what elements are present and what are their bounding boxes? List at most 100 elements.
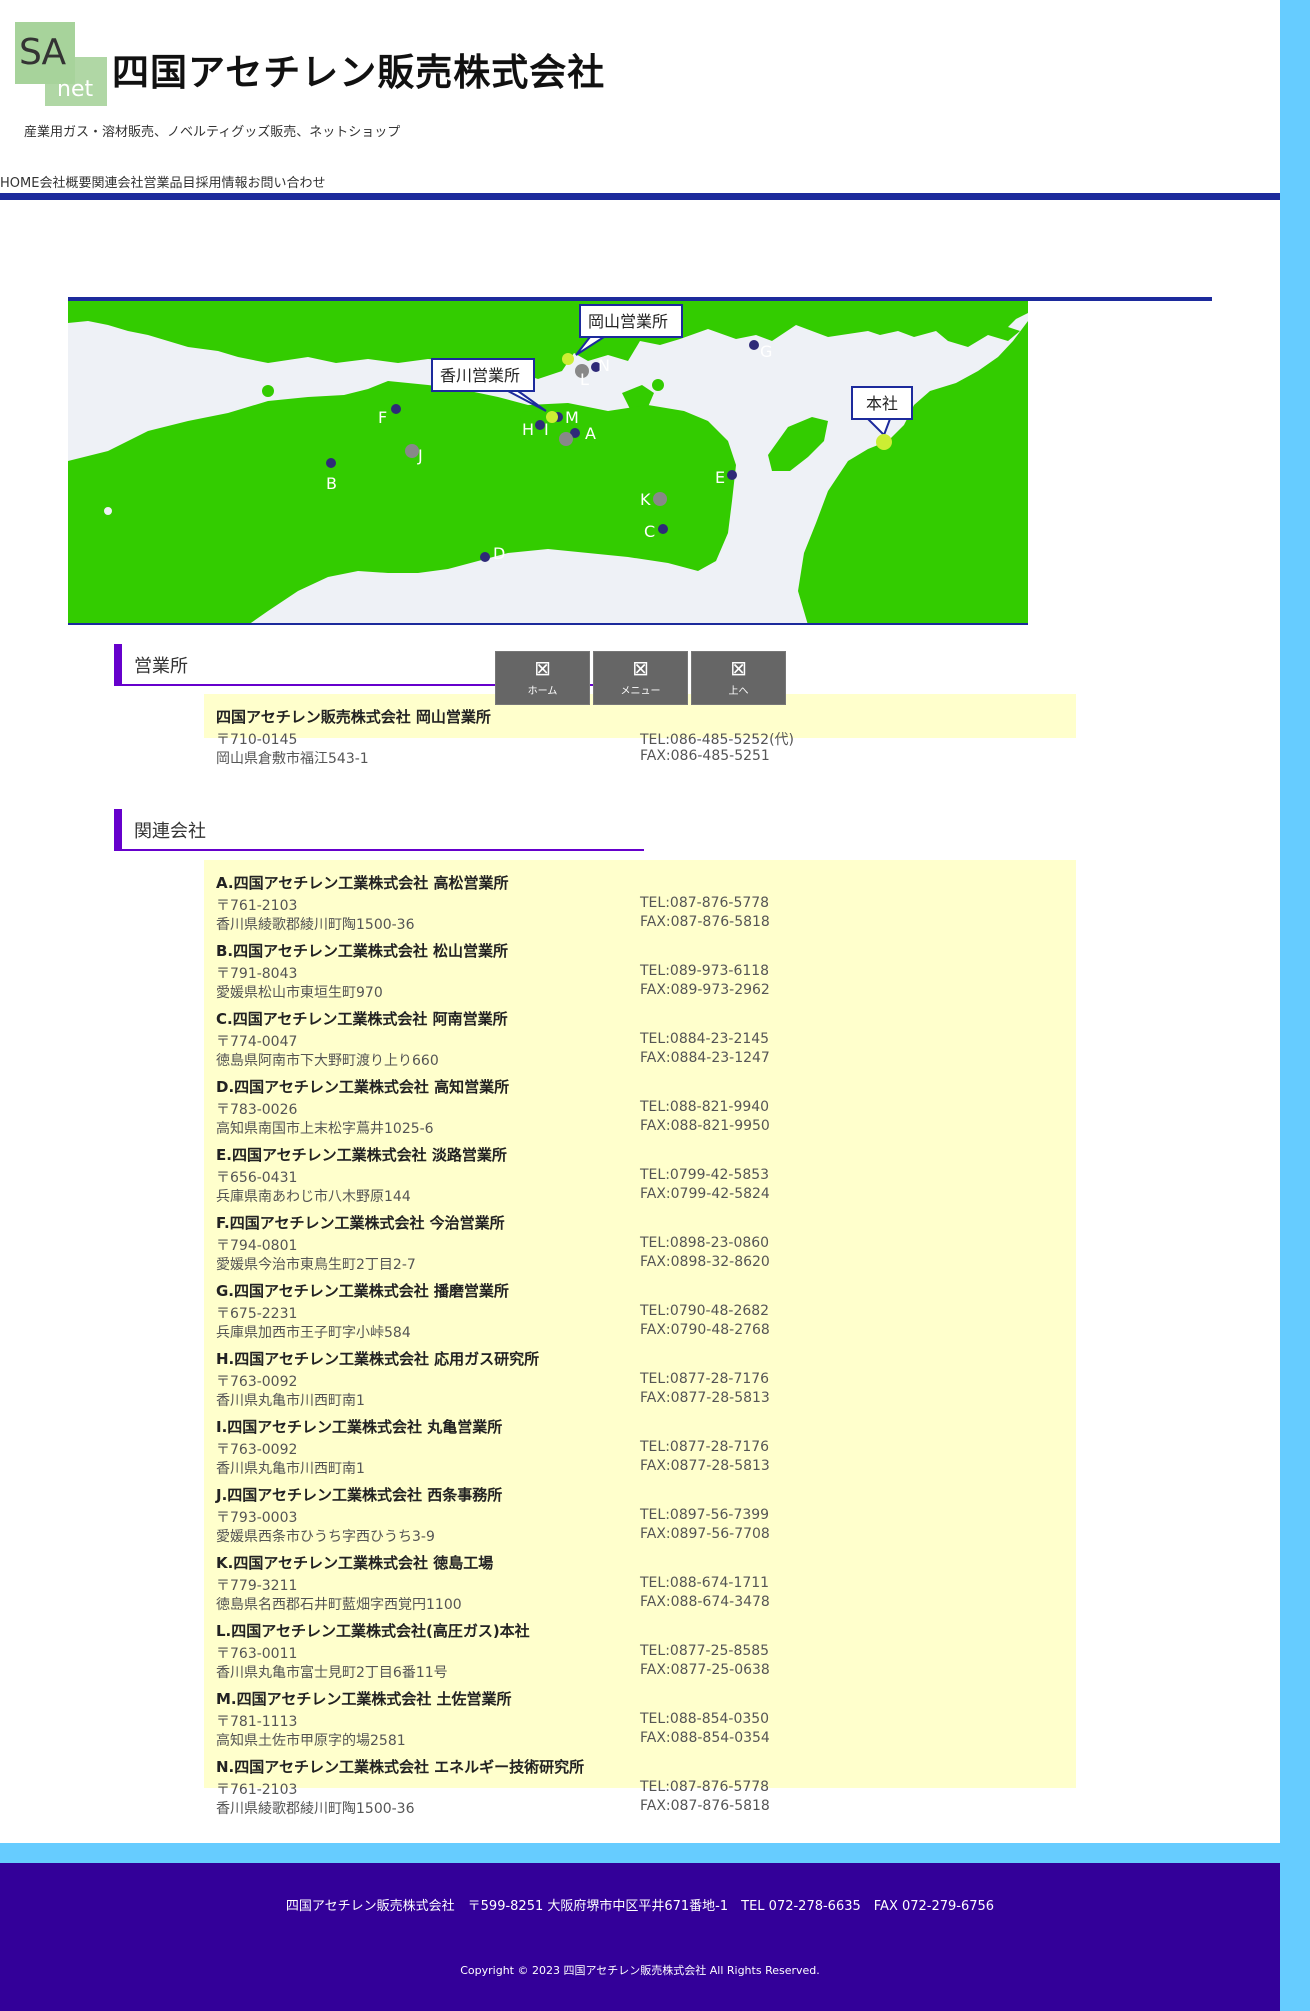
callout-honsha-text: 本社: [866, 394, 898, 413]
related-company-address: 愛媛県松山市東垣生町970: [216, 985, 383, 1001]
footer-top-band: [0, 1843, 1280, 1863]
bay-1: [104, 507, 112, 515]
marker-D[interactable]: [480, 552, 490, 562]
footer-copyright: Copyright © 2023 四国アセチレン販売株式会社 All Right…: [460, 1964, 820, 1977]
land-shikoku: [68, 381, 736, 623]
nav-recruit[interactable]: 採用情報: [196, 176, 248, 191]
callout-kagawa-text: 香川営業所: [440, 366, 520, 385]
related-company-tel[interactable]: TEL:0799-42-5853: [640, 1167, 769, 1183]
island-4: [652, 379, 664, 391]
related-company-tel[interactable]: TEL:0877-25-8585: [640, 1643, 769, 1659]
related-company-address: 香川県綾歌郡綾川町陶1500-36: [216, 1801, 415, 1817]
related-company-tel[interactable]: TEL:087-876-5778: [640, 895, 769, 911]
related-company-fax: FAX:0799-42-5824: [640, 1186, 770, 1202]
related-company-name: E.四国アセチレン工業株式会社 淡路営業所: [216, 1146, 507, 1164]
marker-J[interactable]: [405, 444, 419, 458]
marker-K[interactable]: [653, 492, 667, 506]
related-company-zip: 〒781-1113: [216, 1714, 298, 1730]
related-company-address: 愛媛県今治市東鳥生町2丁目2-7: [216, 1257, 416, 1273]
related-company-tel[interactable]: TEL:089-973-6118: [640, 963, 769, 979]
marker-label-C: C: [644, 522, 655, 541]
float-menu-button[interactable]: ⊠ メニュー: [593, 651, 688, 705]
related-company-zip: 〒791-8043: [216, 966, 298, 982]
related-company-fax: FAX:088-674-3478: [640, 1594, 770, 1610]
office-okayama-dot[interactable]: [562, 353, 574, 365]
marker-G[interactable]: [749, 340, 759, 350]
related-company-fax: FAX:0877-25-0638: [640, 1662, 770, 1678]
site-title[interactable]: 四国アセチレン販売株式会社: [112, 42, 605, 96]
marker-label-H: H: [522, 420, 534, 439]
related-company-zip: 〒761-2103: [216, 898, 298, 914]
site-logo[interactable]: SA net: [15, 22, 107, 106]
marker-label-B: B: [326, 474, 337, 493]
related-company-entry: A.四国アセチレン工業株式会社 高松営業所 〒761-2103 香川県綾歌郡綾川町陶…: [216, 872, 1076, 940]
section-related-title: 関連会社: [134, 821, 206, 842]
related-company-tel[interactable]: TEL:0877-28-7176: [640, 1439, 769, 1455]
office-map: A B C D E F G H I J K L M N 岡山営業所 香川営業所 …: [68, 301, 1028, 625]
section-related-heading: 関連会社: [114, 809, 644, 851]
nav-related[interactable]: 関連会社: [91, 176, 143, 191]
nav-company[interactable]: 会社概要: [39, 176, 91, 191]
office-address: 岡山県倉敷市福江543-1: [216, 751, 369, 767]
related-company-address: 高知県南国市上末松字蔦井1025-6: [216, 1121, 434, 1137]
marker-E[interactable]: [727, 470, 737, 480]
float-home-button[interactable]: ⊠ ホーム: [495, 651, 590, 705]
related-company-name: D.四国アセチレン工業株式会社 高知営業所: [216, 1078, 510, 1096]
logo-text-net: net: [57, 77, 94, 102]
marker-label-L: L: [580, 370, 589, 389]
related-company-zip: 〒794-0801: [216, 1238, 298, 1254]
global-nav: HOME会社概要関連会社営業品目採用情報お問い合わせ: [0, 172, 326, 191]
related-company-fax: FAX:0790-48-2768: [640, 1322, 770, 1338]
related-company-tel[interactable]: TEL:087-876-5778: [640, 1779, 769, 1795]
right-side-strip: [1280, 0, 1310, 2011]
nav-products[interactable]: 営業品目: [143, 176, 195, 191]
related-company-zip: 〒763-0011: [216, 1646, 298, 1662]
related-company-tel[interactable]: TEL:088-854-0350: [640, 1711, 769, 1727]
related-company-address: 徳島県阿南市下大野町渡り上り660: [216, 1053, 439, 1069]
office-name: 四国アセチレン販売株式会社 岡山営業所: [216, 708, 491, 726]
related-company-tel[interactable]: TEL:088-821-9940: [640, 1099, 769, 1115]
office-kagawa-dot[interactable]: [546, 411, 558, 423]
related-company-name: A.四国アセチレン工業株式会社 高松営業所: [216, 874, 509, 892]
office-zip: 〒710-0145: [216, 732, 298, 748]
related-company-tel[interactable]: TEL:0790-48-2682: [640, 1303, 769, 1319]
related-company-entry: C.四国アセチレン工業株式会社 阿南営業所 〒774-0047 徳島県阿南市下大野町…: [216, 1008, 1076, 1076]
related-company-zip: 〒761-2103: [216, 1782, 298, 1798]
related-company-tel[interactable]: TEL:0884-23-2145: [640, 1031, 769, 1047]
marker-B[interactable]: [326, 458, 336, 468]
related-company-tel[interactable]: TEL:088-674-1711: [640, 1575, 769, 1591]
related-company-address: 兵庫県加西市王子町字小峠584: [216, 1325, 411, 1341]
float-menu-label: メニュー: [620, 686, 661, 697]
office-fax: FAX:086-485-5251: [640, 748, 770, 764]
related-company-zip: 〒675-2231: [216, 1306, 298, 1322]
nav-home[interactable]: HOME: [0, 176, 39, 191]
related-company-tel[interactable]: TEL:0877-28-7176: [640, 1371, 769, 1387]
office-honsha-dot[interactable]: [876, 434, 892, 450]
related-company-address: 香川県丸亀市川西町南1: [216, 1461, 365, 1477]
related-company-tel[interactable]: TEL:0898-23-0860: [640, 1235, 769, 1251]
related-company-fax: FAX:087-876-5818: [640, 914, 770, 930]
float-home-label: ホーム: [527, 686, 558, 697]
nav-contact[interactable]: お問い合わせ: [248, 176, 326, 191]
marker-label-N: N: [598, 356, 610, 375]
site-tagline: 産業用ガス・溶材販売、ノベルティグッズ販売、ネットショップ: [24, 125, 401, 140]
related-company-entry: G.四国アセチレン工業株式会社 播磨営業所 〒675-2231 兵庫県加西市王子町字…: [216, 1280, 1076, 1348]
marker-label-M: M: [565, 408, 579, 427]
land-kansai: [798, 321, 1028, 623]
office-entry: 四国アセチレン販売株式会社 岡山営業所 〒710-0145 岡山県倉敷市福江54…: [216, 706, 1076, 774]
marker-label-G: G: [760, 342, 772, 361]
related-company-fax: FAX:0884-23-1247: [640, 1050, 770, 1066]
float-top-button[interactable]: ⊠ 上へ: [691, 651, 786, 705]
related-company-fax: FAX:088-854-0354: [640, 1730, 770, 1746]
land-upper: [68, 301, 1028, 385]
nav-underline-bar: [0, 193, 1280, 200]
float-top-label: 上へ: [728, 686, 749, 697]
office-tel[interactable]: TEL:086-485-5252(代): [640, 729, 794, 749]
related-company-entry: M.四国アセチレン工業株式会社 土佐営業所 〒781-1113 高知県土佐市甲原字的…: [216, 1688, 1076, 1756]
related-company-address: 香川県綾歌郡綾川町陶1500-36: [216, 917, 415, 933]
related-company-fax: FAX:0897-56-7708: [640, 1526, 770, 1542]
marker-label-F: F: [378, 408, 387, 427]
marker-F[interactable]: [391, 404, 401, 414]
marker-C[interactable]: [658, 524, 668, 534]
related-company-tel[interactable]: TEL:0897-56-7399: [640, 1507, 769, 1523]
